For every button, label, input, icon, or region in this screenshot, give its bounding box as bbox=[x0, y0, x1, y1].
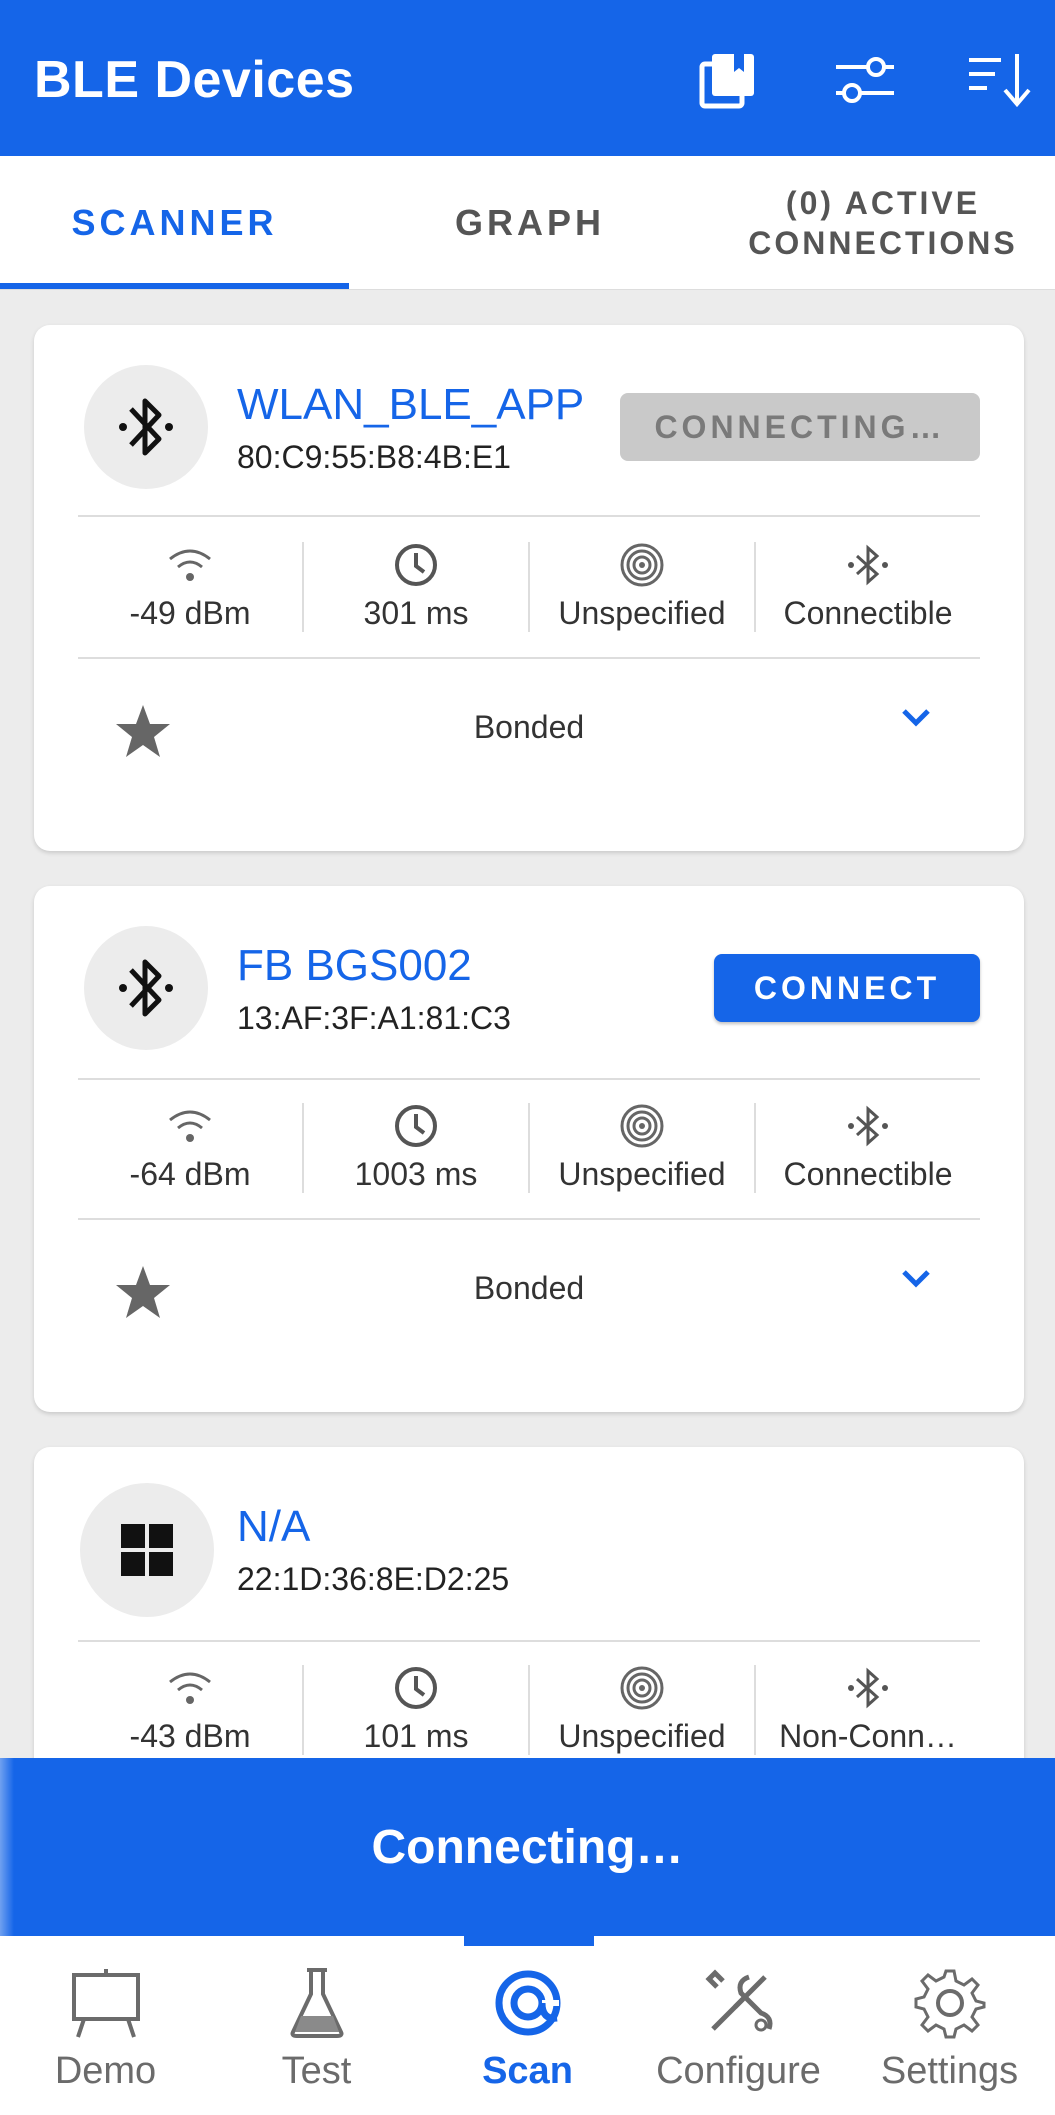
nav-label-demo: Demo bbox=[54, 2050, 157, 2092]
interval-stat: 1003 ms bbox=[304, 1103, 530, 1193]
bluetooth-small-icon bbox=[848, 1667, 888, 1708]
scan-target-icon bbox=[495, 1970, 560, 2036]
bottom-nav: Demo Test Scan Configure Settings bbox=[0, 1936, 1055, 2115]
bluetooth-icon bbox=[119, 398, 173, 456]
presentation-board-icon bbox=[71, 1969, 140, 2038]
device-address: 22:1D:36:8E:D2:25 bbox=[237, 1561, 510, 1597]
beacon-value: Unspecified bbox=[558, 594, 726, 631]
rssi-stat: -49 dBm bbox=[78, 542, 304, 632]
rssi-value: -64 dBm bbox=[129, 1155, 251, 1192]
clock-icon bbox=[395, 1104, 437, 1147]
connectibility-stat: Connectible bbox=[756, 542, 980, 632]
beacon-icon bbox=[620, 1104, 664, 1147]
clock-icon bbox=[395, 543, 437, 586]
sort-icon[interactable] bbox=[960, 40, 1040, 120]
connecting-button[interactable]: CONNECTING… bbox=[620, 393, 980, 461]
bond-status: Bonded bbox=[473, 709, 585, 745]
connectibility-stat: Connectible bbox=[756, 1103, 980, 1193]
tab-bar: SCANNER GRAPH (0) ACTIVE CONNECTIONS bbox=[0, 156, 1055, 290]
chevron-down-icon[interactable] bbox=[900, 1268, 932, 1290]
connecting-banner: Connecting… bbox=[0, 1758, 1055, 1936]
nav-label-scan: Scan bbox=[482, 2050, 573, 2092]
filter-icon[interactable] bbox=[825, 40, 905, 120]
rssi-value: -43 dBm bbox=[129, 1717, 251, 1754]
flask-icon bbox=[290, 1968, 343, 2038]
banner-edge bbox=[0, 1758, 14, 1936]
device-name: WLAN_BLE_APP bbox=[237, 380, 585, 429]
nav-item-test[interactable]: Test bbox=[211, 1954, 422, 2114]
beacon-icon bbox=[620, 543, 664, 586]
bluetooth-small-icon bbox=[848, 544, 888, 585]
tab-graph[interactable]: GRAPH bbox=[349, 156, 711, 290]
nav-label-settings: Settings bbox=[880, 2050, 1019, 2092]
device-name: FB BGS002 bbox=[237, 941, 472, 990]
connectibility-value: Non-Conn… bbox=[779, 1717, 957, 1754]
chevron-down-icon[interactable] bbox=[900, 707, 932, 729]
interval-stat: 101 ms bbox=[304, 1665, 530, 1755]
beacon-stat: Unspecified bbox=[530, 542, 756, 632]
tab-active-connections-count: (0) ACTIVE bbox=[785, 185, 981, 221]
connectibility-value: Connectible bbox=[783, 594, 953, 631]
tab-scanner[interactable]: SCANNER bbox=[0, 156, 349, 290]
beacon-stat: Unspecified bbox=[530, 1665, 756, 1755]
device-avatar bbox=[84, 926, 208, 1050]
bluetooth-small-icon bbox=[848, 1105, 888, 1146]
nav-label-configure: Configure bbox=[656, 2050, 821, 2092]
device-avatar bbox=[84, 365, 208, 489]
device-card[interactable]: WLAN_BLE_APP 80:C9:55:B8:4B:E1 CONNECTIN… bbox=[34, 325, 1024, 851]
tab-graph-label: GRAPH bbox=[454, 202, 605, 243]
nav-item-scan[interactable]: Scan bbox=[422, 1954, 633, 2114]
bluetooth-icon bbox=[119, 959, 173, 1017]
device-address: 13:AF:3F:A1:81:C3 bbox=[237, 1000, 511, 1036]
tab-scanner-label: SCANNER bbox=[71, 202, 278, 243]
signal-icon bbox=[169, 1110, 211, 1142]
nav-label-test: Test bbox=[281, 2050, 352, 2092]
beacon-value: Unspecified bbox=[558, 1717, 726, 1754]
beacon-icon bbox=[620, 1666, 664, 1709]
device-stats: -49 dBm 301 ms Unspecified Connectible bbox=[78, 517, 980, 657]
device-name: N/A bbox=[237, 1502, 311, 1551]
beacon-stat: Unspecified bbox=[530, 1103, 756, 1193]
device-stats: -64 dBm 1003 ms Unspecified Connectible bbox=[78, 1078, 980, 1218]
connecting-text: Connecting… bbox=[371, 1820, 684, 1874]
nav-item-settings[interactable]: Settings bbox=[844, 1954, 1055, 2114]
beacon-value: Unspecified bbox=[558, 1155, 726, 1192]
signal-icon bbox=[169, 549, 211, 581]
tab-active-connections[interactable]: (0) ACTIVE CONNECTIONS bbox=[711, 156, 1055, 290]
interval-value: 301 ms bbox=[363, 594, 469, 631]
connect-button[interactable]: CONNECT bbox=[714, 954, 980, 1022]
bond-row[interactable]: Bonded bbox=[34, 659, 1024, 799]
page-title: BLE Devices bbox=[34, 51, 355, 109]
nav-item-configure[interactable]: Configure bbox=[633, 1954, 844, 2114]
interval-stat: 301 ms bbox=[304, 542, 530, 632]
bond-row[interactable]: Bonded bbox=[34, 1220, 1024, 1360]
windows-icon bbox=[121, 1524, 173, 1576]
tab-indicator bbox=[0, 283, 349, 289]
bond-status: Bonded bbox=[473, 1270, 585, 1306]
tools-icon bbox=[704, 1969, 772, 2032]
clock-icon bbox=[395, 1666, 437, 1709]
interval-value: 101 ms bbox=[363, 1717, 469, 1754]
nav-item-demo[interactable]: Demo bbox=[0, 1954, 211, 2114]
rssi-stat: -64 dBm bbox=[78, 1103, 304, 1193]
rssi-value: -49 dBm bbox=[129, 594, 251, 631]
signal-icon bbox=[169, 1672, 211, 1704]
interval-value: 1003 ms bbox=[354, 1155, 478, 1192]
device-avatar bbox=[80, 1483, 214, 1617]
rssi-stat: -43 dBm bbox=[78, 1665, 304, 1755]
nav-indicator bbox=[464, 1936, 594, 1946]
bookmarks-icon[interactable] bbox=[688, 40, 768, 120]
connectibility-stat: Non-Conn… bbox=[756, 1665, 980, 1755]
app-bar: BLE Devices bbox=[0, 0, 1055, 156]
device-address: 80:C9:55:B8:4B:E1 bbox=[237, 439, 511, 475]
connectibility-value: Connectible bbox=[783, 1155, 953, 1192]
gear-icon bbox=[914, 1969, 985, 2039]
device-card[interactable]: FB BGS002 13:AF:3F:A1:81:C3 CONNECT -64 … bbox=[34, 886, 1024, 1412]
tab-active-connections-label: CONNECTIONS bbox=[748, 225, 1018, 261]
